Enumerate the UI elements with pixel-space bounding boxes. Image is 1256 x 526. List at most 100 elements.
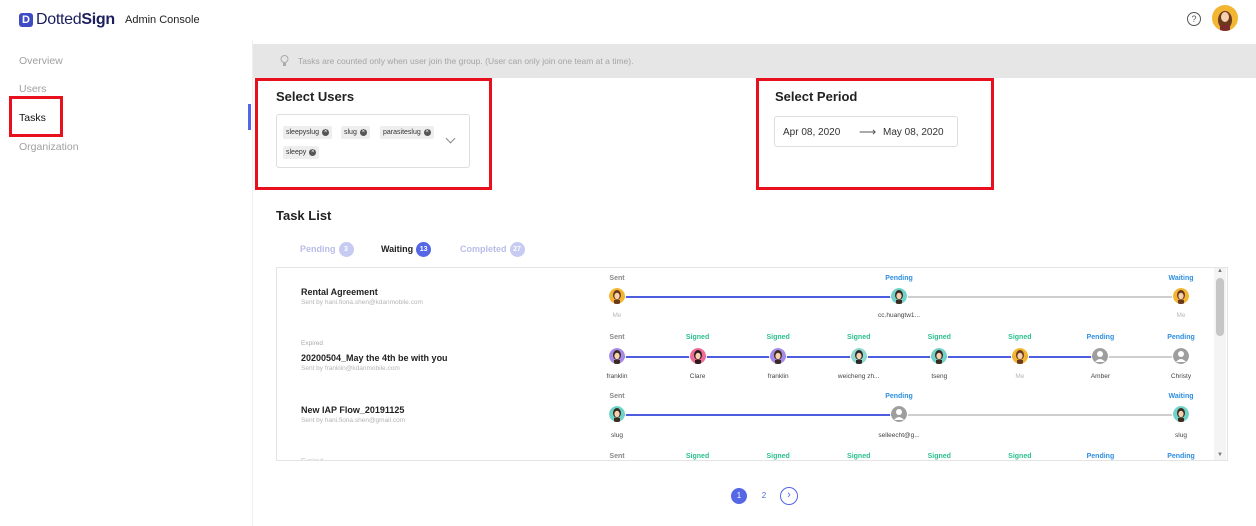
tab-completed[interactable]: Completed 27 <box>460 242 525 257</box>
signer-avatar-icon[interactable] <box>849 347 868 365</box>
timeline-connector <box>778 356 859 358</box>
step-status: Signed <box>1008 453 1032 460</box>
console-label: Admin Console <box>125 14 200 26</box>
chip-label: sleepyslug <box>286 129 320 136</box>
scroll-thumb[interactable] <box>1216 278 1224 336</box>
signer-avatar-icon[interactable] <box>608 287 626 305</box>
signer-avatar-icon[interactable] <box>769 347 788 365</box>
sidebar-item-overview[interactable]: Overview <box>19 55 63 67</box>
count-badge: 27 <box>509 242 525 257</box>
sidebar-item-users[interactable]: Users <box>19 83 46 95</box>
signer-name: slug <box>611 432 623 439</box>
task-title[interactable]: New IAP Flow_20191125 <box>301 405 404 415</box>
timeline-connector <box>858 356 940 358</box>
user-avatar[interactable] <box>1212 5 1238 31</box>
signer-avatar-icon[interactable] <box>930 347 949 365</box>
signer-avatar-icon[interactable] <box>608 347 626 365</box>
step-status: Pending <box>1167 334 1195 341</box>
signer-name: Me <box>1015 373 1025 380</box>
active-indicator <box>248 104 251 130</box>
step-status: Signed <box>927 334 951 341</box>
lightbulb-icon <box>280 55 289 66</box>
timeline-connector <box>617 356 698 358</box>
user-chip: parasiteslug × <box>380 126 434 139</box>
signer-avatar-icon[interactable] <box>1172 287 1190 305</box>
signer-avatar-icon[interactable] <box>1172 405 1190 423</box>
notice-text: Tasks are counted only when user join th… <box>298 56 634 66</box>
signer-name: tseng <box>931 373 948 380</box>
task-sender: Sent by franklin@kdanmobile.com <box>301 365 400 372</box>
signer-name: Me <box>612 312 622 319</box>
task-status: Expired <box>301 458 323 460</box>
step-status: Pending <box>1167 453 1195 460</box>
logo-text: DottedSign <box>36 11 115 29</box>
step-status: Sent <box>609 393 625 400</box>
signer-avatar-icon[interactable] <box>890 287 908 305</box>
step-status: Sent <box>609 275 625 282</box>
top-bar: D DottedSign Admin Console ? <box>0 0 1256 40</box>
signer-avatar-icon[interactable] <box>1010 347 1029 365</box>
signer-name: Me <box>1176 312 1186 319</box>
signer-name: selleecht@g... <box>878 432 920 439</box>
step-status: Signed <box>685 334 710 341</box>
page-1-button[interactable]: 1 <box>731 488 747 504</box>
logo[interactable]: D DottedSign <box>19 11 115 29</box>
remove-chip-icon[interactable]: × <box>322 128 330 136</box>
timeline-connector <box>899 414 1181 416</box>
signer-avatar-icon[interactable] <box>890 405 908 423</box>
signer-avatar-icon[interactable] <box>1172 347 1190 365</box>
timeline-connector <box>1100 356 1181 358</box>
tab-pending[interactable]: Pending 3 <box>300 242 354 257</box>
tab-label: Completed <box>460 243 507 254</box>
logo-text-bold: Sign <box>81 11 115 28</box>
step-status: Pending <box>1086 453 1115 460</box>
signer-avatar-icon[interactable] <box>1091 347 1110 365</box>
step-status: Signed <box>766 453 790 460</box>
end-date: May 08, 2020 <box>883 127 944 138</box>
step-status: Sent <box>609 453 625 460</box>
logo-mark-icon: D <box>19 13 33 27</box>
task-row[interactable] <box>277 392 1217 454</box>
remove-chip-icon[interactable]: × <box>309 148 317 156</box>
timeline-connector <box>899 296 1181 298</box>
signer-avatar-icon[interactable] <box>688 347 707 365</box>
signer-name: Christy <box>1170 373 1192 380</box>
step-status: Sent <box>609 334 625 341</box>
users-select[interactable] <box>276 114 470 168</box>
task-row[interactable] <box>277 454 1217 460</box>
signer-avatar-icon[interactable] <box>608 405 626 423</box>
timeline-connector <box>697 356 779 358</box>
date-range-picker[interactable]: Apr 08, 2020 ⟶ May 08, 2020 <box>774 116 958 147</box>
chip-label: parasiteslug <box>383 129 421 136</box>
signer-name: franklin <box>767 373 789 380</box>
timeline-connector <box>617 296 899 298</box>
signer-name: Amber <box>1090 373 1110 380</box>
tab-label: Pending <box>300 243 336 254</box>
signer-name: weicheng zh... <box>837 373 880 380</box>
timeline-connector <box>617 414 899 416</box>
scroll-down-icon[interactable]: ▼ <box>1217 452 1223 458</box>
signer-name: slug <box>1175 432 1187 439</box>
step-status: Signed <box>685 453 710 460</box>
sidebar-item-organization[interactable]: Organization <box>19 141 79 153</box>
chip-label: slug <box>344 129 357 136</box>
next-page-button[interactable]: › <box>780 487 798 505</box>
remove-chip-icon[interactable]: × <box>359 128 367 136</box>
scrollbar[interactable]: ▲ ▼ <box>1214 268 1226 460</box>
task-title[interactable]: 20200504_May the 4th be with you <box>301 353 448 363</box>
scroll-up-icon[interactable]: ▲ <box>1217 268 1223 274</box>
step-status: Signed <box>1008 334 1032 341</box>
step-status: Signed <box>847 334 871 341</box>
remove-chip-icon[interactable]: × <box>423 128 431 136</box>
task-list: Rental Agreement Sent by hani.fiona.shen@… <box>276 267 1228 461</box>
page-2-button[interactable]: 2 <box>756 488 772 504</box>
signer-name: Clare <box>689 373 706 380</box>
help-icon[interactable]: ? <box>1187 12 1201 26</box>
step-status: Pending <box>885 393 913 400</box>
start-date: Apr 08, 2020 <box>783 127 841 138</box>
step-status: Signed <box>766 334 790 341</box>
tab-waiting[interactable]: Waiting 13 <box>381 242 432 257</box>
step-status: Pending <box>1086 334 1115 341</box>
task-title[interactable]: Rental Agreement <box>301 287 378 297</box>
notice-banner: Tasks are counted only when user join th… <box>253 44 1256 78</box>
